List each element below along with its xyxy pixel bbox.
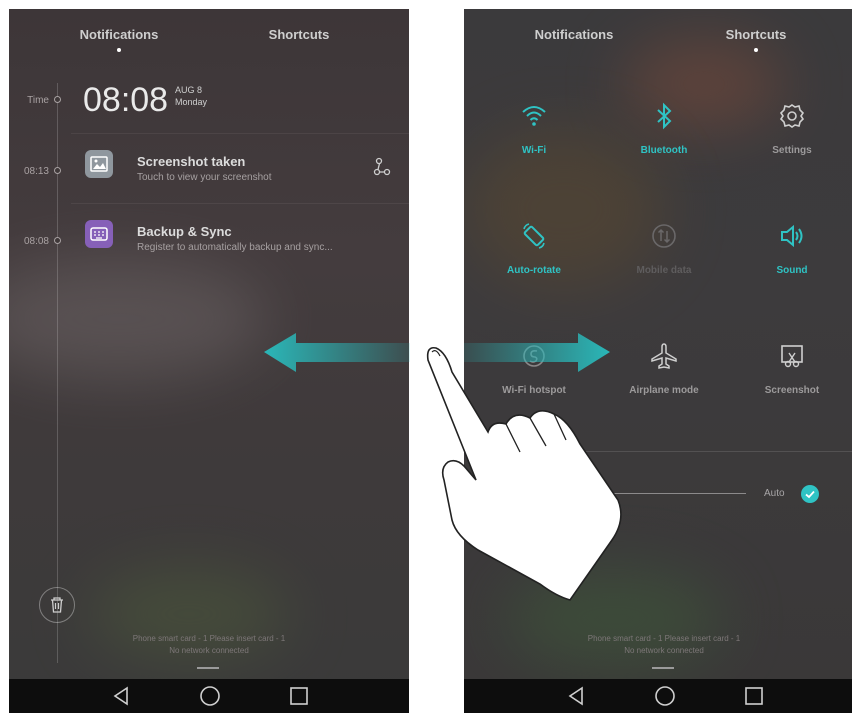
shortcut-label: Sound (776, 265, 808, 276)
shortcuts-panel: Notifications Shortcuts Wi-Fi Bluetooth … (464, 9, 852, 713)
mobile-data-icon (652, 224, 676, 248)
shortcut-wifi-hotspot[interactable]: Wi-Fi hotspot (474, 341, 594, 431)
notification-time: 08:08 (23, 236, 49, 247)
date-display: AUG 8 Monday (175, 84, 207, 108)
divider (464, 451, 852, 452)
shortcut-label: Screenshot (764, 385, 820, 396)
shortcut-auto-rotate[interactable]: Auto-rotate (474, 221, 594, 311)
tab-shortcuts[interactable]: Shortcuts (686, 27, 826, 52)
gallery-icon (85, 150, 113, 178)
keyboard-icon (85, 220, 113, 248)
date-weekday: Monday (175, 97, 208, 107)
shortcut-label: Bluetooth (640, 145, 688, 156)
shortcut-settings[interactable]: Settings (732, 101, 852, 191)
sim-status-line: Phone smart card - 1 Please insert card … (132, 634, 286, 643)
airplane-icon (651, 343, 677, 369)
shortcut-bluetooth[interactable]: Bluetooth (604, 101, 724, 191)
auto-rotate-icon (523, 223, 545, 249)
shortcut-label: Airplane mode (629, 385, 699, 396)
sim-status: Phone smart card - 1 Please insert card … (9, 633, 409, 657)
hotspot-icon (523, 345, 545, 367)
tab-label: Notifications (534, 27, 614, 42)
brightness-slider-knob[interactable] (567, 486, 584, 502)
notification-screenshot[interactable]: Screenshot taken Touch to view your scre… (71, 133, 409, 204)
drag-handle[interactable] (197, 667, 219, 669)
network-status-line: No network connected (169, 646, 249, 655)
wallpaper-blur (9, 259, 269, 379)
recents-icon[interactable] (734, 679, 774, 713)
navigation-bar (464, 679, 852, 713)
tab-label: Notifications (79, 27, 159, 42)
notification-backup[interactable]: Backup & Sync Register to automatically … (71, 203, 409, 274)
clear-all-button[interactable] (39, 587, 75, 623)
network-status-line: No network connected (624, 646, 704, 655)
shortcut-label: Mobile data (636, 265, 692, 276)
shortcut-label: Wi-Fi hotspot (502, 385, 566, 396)
timeline-dot (54, 237, 61, 244)
brightness-slider[interactable] (484, 493, 746, 494)
home-icon[interactable] (190, 679, 230, 713)
notifications-panel: Notifications Shortcuts Time 08:08 AUG 8… (9, 9, 409, 713)
speaker-icon (781, 224, 803, 248)
sim-status-line: Phone smart card - 1 Please insert card … (587, 634, 741, 643)
notification-time: 08:13 (23, 166, 49, 177)
shortcut-wifi[interactable]: Wi-Fi (474, 101, 594, 191)
tab-notifications[interactable]: Notifications (49, 27, 189, 52)
timeline-dot (54, 96, 61, 103)
notification-subtitle: Touch to view your screenshot (137, 172, 272, 183)
active-tab-indicator (117, 48, 121, 52)
screenshot-icon (781, 345, 803, 368)
shortcut-mobile-data[interactable]: Mobile data (604, 221, 724, 311)
sim-status: Phone smart card - 1 Please insert card … (464, 633, 852, 657)
gear-icon (779, 104, 805, 128)
tab-label: Shortcuts (725, 27, 787, 42)
panel-tabs: Notifications Shortcuts (464, 27, 852, 57)
back-icon[interactable] (556, 679, 596, 713)
check-icon (805, 490, 815, 499)
shortcut-screenshot[interactable]: Screenshot (732, 341, 852, 431)
tab-label: Shortcuts (268, 27, 330, 42)
notification-title: Screenshot taken (137, 154, 246, 169)
share-icon[interactable] (371, 156, 393, 183)
notification-subtitle: Register to automatically backup and syn… (137, 242, 333, 253)
clock: 08:08 (83, 81, 169, 119)
navigation-bar (9, 679, 409, 713)
time-label: Time (27, 95, 49, 106)
shortcut-label: Settings (772, 145, 812, 156)
bluetooth-icon (657, 102, 672, 130)
date-month-day: AUG 8 (175, 85, 203, 95)
panel-tabs: Notifications Shortcuts (9, 27, 409, 57)
drag-handle[interactable] (652, 667, 674, 669)
home-icon[interactable] (645, 679, 685, 713)
active-tab-indicator (754, 48, 758, 52)
notification-title: Backup & Sync (137, 224, 232, 239)
auto-brightness-label: Auto (764, 488, 785, 499)
tab-notifications[interactable]: Notifications (504, 27, 644, 42)
trash-icon (51, 597, 63, 613)
back-icon[interactable] (101, 679, 141, 713)
wifi-icon (522, 106, 546, 126)
recents-icon[interactable] (279, 679, 319, 713)
tab-shortcuts[interactable]: Shortcuts (229, 27, 369, 42)
shortcut-airplane-mode[interactable]: Airplane mode (604, 341, 724, 431)
shortcut-label: Auto-rotate (507, 265, 561, 276)
auto-brightness-checkbox[interactable] (801, 485, 819, 503)
timeline-dot (54, 167, 61, 174)
shortcut-label: Wi-Fi (521, 145, 547, 156)
shortcut-sound[interactable]: Sound (732, 221, 852, 311)
